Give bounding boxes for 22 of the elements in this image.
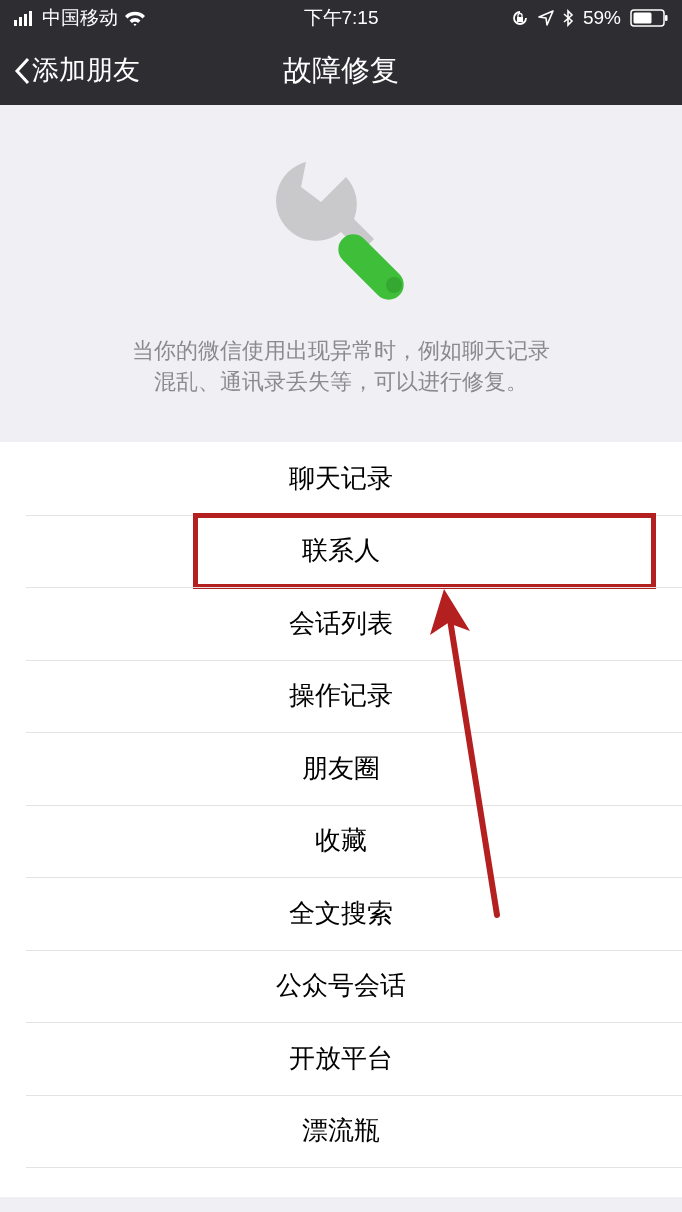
- repair-option[interactable]: 操作记录: [289, 676, 393, 716]
- repair-option[interactable]: 漂流瓶: [302, 1111, 380, 1151]
- repair-option[interactable]: 聊天记录: [289, 458, 393, 498]
- back-chevron-icon: [14, 56, 30, 85]
- repair-option[interactable]: 收藏: [315, 821, 367, 861]
- repair-option[interactable]: 公众号会话: [276, 966, 406, 1006]
- battery-icon: [630, 9, 668, 27]
- wifi-icon: [124, 9, 146, 27]
- battery-percentage: 59%: [582, 5, 621, 30]
- repair-option[interactable]: 联系人: [302, 531, 380, 571]
- repair-description: 当你的微信使用出现异常时，例如聊天记录混乱、通讯录丢失等，可以进行修复。: [131, 337, 551, 396]
- bluetooth-icon: [562, 9, 574, 27]
- page-title: 故障修复: [283, 52, 399, 88]
- carrier-name: 中国移动: [42, 5, 118, 30]
- status-time: 下午7:15: [302, 5, 380, 30]
- repair-option[interactable]: 开放平台: [289, 1038, 393, 1078]
- repair-option[interactable]: 全文搜索: [289, 893, 393, 933]
- location-icon: [537, 10, 554, 26]
- rotation-lock-icon: [510, 9, 529, 27]
- repair-option[interactable]: 朋友圈: [302, 748, 380, 788]
- back-button[interactable]: 添加朋友: [14, 50, 140, 91]
- repair-option[interactable]: 会话列表: [289, 603, 393, 643]
